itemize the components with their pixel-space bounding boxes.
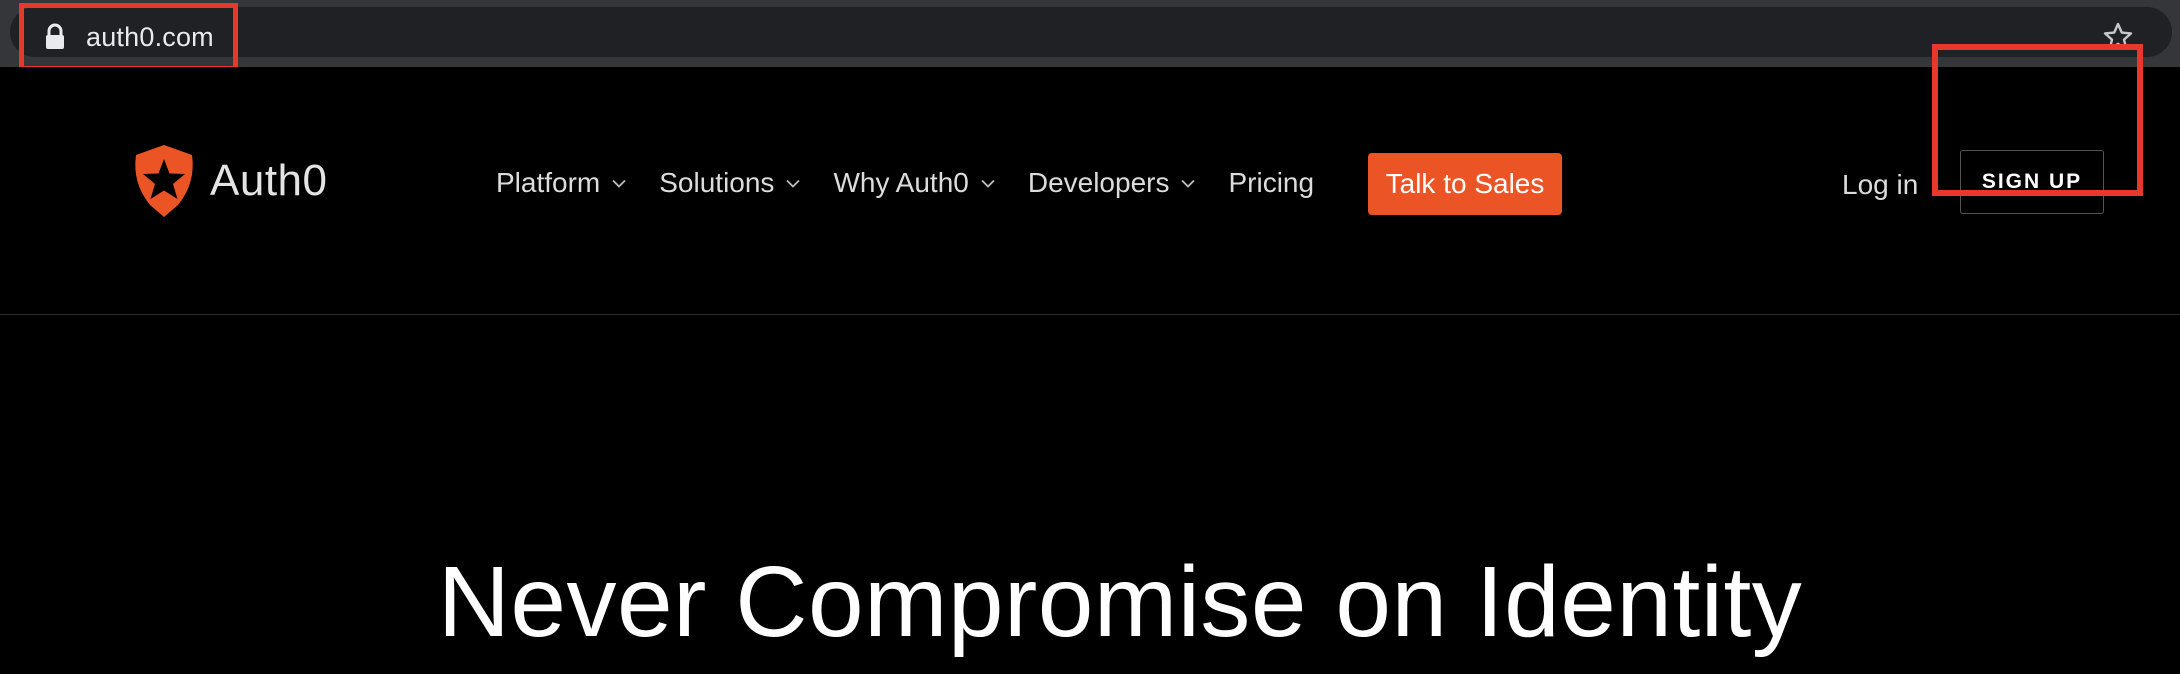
- lock-icon[interactable]: [44, 23, 66, 51]
- nav-why-auth0[interactable]: Why Auth0: [833, 167, 995, 199]
- nav-solutions-label: Solutions: [659, 167, 775, 198]
- nav-developers-label: Developers: [1027, 167, 1170, 198]
- chevron-down-icon: [1181, 179, 1196, 188]
- nav-pricing-label: Pricing: [1228, 167, 1315, 198]
- signup-button[interactable]: SIGN UP: [1960, 150, 2104, 214]
- auth0-logo[interactable]: Auth0: [130, 143, 327, 219]
- main-nav: Platform Solutions Why Auth0 Developers …: [496, 163, 1347, 203]
- chevron-down-icon: [981, 179, 995, 188]
- site-header: Auth0 Platform Solutions Why Auth0 Devel…: [0, 67, 2180, 315]
- auth0-shield-icon: [135, 145, 193, 217]
- nav-platform[interactable]: Platform: [496, 167, 626, 199]
- login-link[interactable]: Log in: [1842, 165, 1918, 205]
- logo-wordmark: Auth0: [210, 156, 328, 205]
- nav-developers[interactable]: Developers: [1028, 167, 1196, 199]
- url-text[interactable]: auth0.com: [86, 19, 214, 55]
- nav-why-auth0-label: Why Auth0: [833, 167, 969, 198]
- talk-to-sales-button[interactable]: Talk to Sales: [1368, 153, 1562, 215]
- browser-toolbar: auth0.com: [0, 0, 2180, 67]
- nav-platform-label: Platform: [496, 167, 601, 198]
- star-outline-icon[interactable]: [2102, 21, 2134, 53]
- hero-title: Never Compromise on Identity: [437, 546, 1803, 658]
- chevron-down-icon: [786, 179, 801, 188]
- nav-pricing[interactable]: Pricing: [1228, 167, 1314, 199]
- chevron-down-icon: [612, 179, 626, 188]
- address-bar[interactable]: auth0.com: [10, 7, 2172, 57]
- nav-solutions[interactable]: Solutions: [659, 167, 801, 199]
